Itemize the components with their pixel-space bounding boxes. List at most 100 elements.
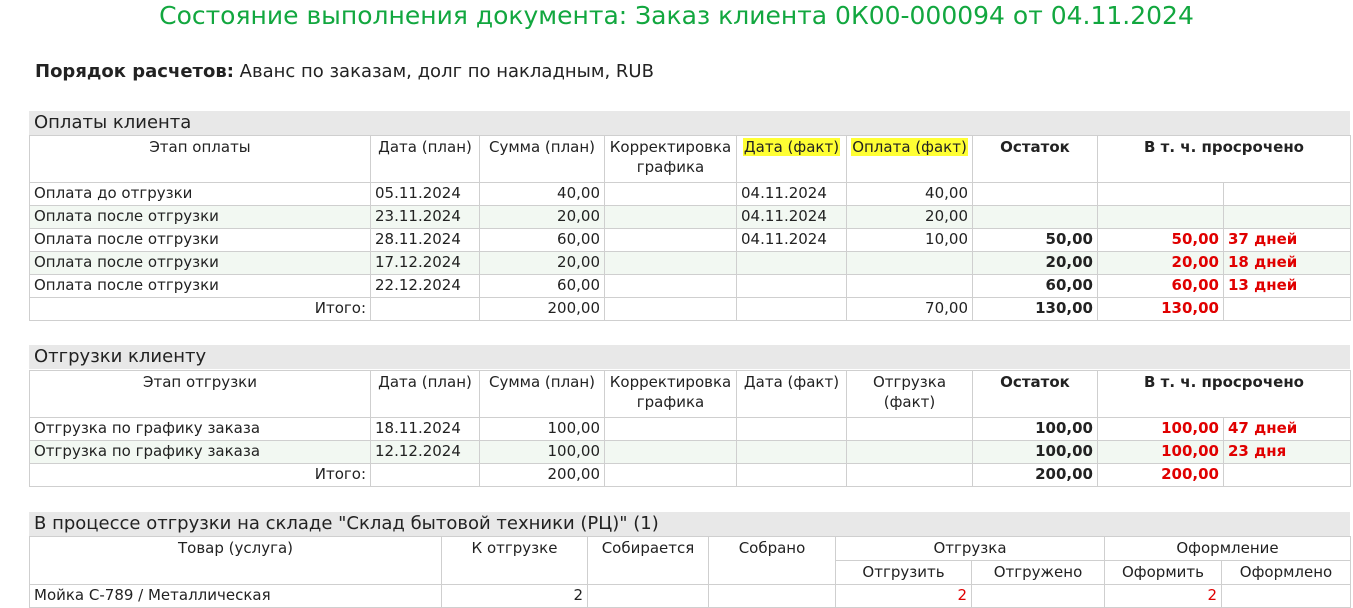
page-title: Состояние выполнения документа: Заказ кл…	[159, 1, 1194, 30]
cell-empty	[370, 297, 480, 321]
cell-payment-fact: 40,00	[846, 182, 973, 206]
cell-overdue-days: 23 дня	[1223, 440, 1351, 464]
cell-date-fact	[736, 274, 847, 298]
cell-date-fact: 04.11.2024	[736, 228, 847, 252]
col-date-fact: Дата (факт)	[736, 135, 847, 183]
col-ship: Отгрузить	[835, 560, 972, 585]
table-row: Мойка С-789 / Металлическая 2 2 2	[29, 584, 1351, 608]
cell-empty	[846, 463, 973, 487]
cell-overdue-sum: 50,00	[1097, 228, 1224, 252]
total-fact: 70,00	[846, 297, 973, 321]
cell-adjust	[604, 228, 737, 252]
col-registration-group: Оформление	[1104, 536, 1351, 561]
cell-rest: 20,00	[972, 251, 1098, 275]
cell-empty	[736, 297, 847, 321]
cell-sum-plan: 20,00	[479, 205, 605, 229]
col-collecting: Собирается	[587, 536, 709, 585]
col-shipped: Отгружено	[971, 560, 1105, 585]
cell-overdue-sum: 100,00	[1097, 417, 1224, 441]
cell-overdue-days	[1223, 205, 1351, 229]
col-date-plan: Дата (план)	[370, 370, 480, 418]
cell-shipment-fact	[846, 440, 973, 464]
cell-to-ship: 2	[441, 584, 588, 608]
table-row: Оплата после отгрузки 23.11.2024 20,00 0…	[29, 205, 1351, 229]
date-fact-highlight: Дата (факт)	[742, 138, 841, 156]
cell-ship[interactable]: 2	[835, 584, 972, 608]
payments-header-row: Этап оплаты Дата (план) Сумма (план) Кор…	[29, 135, 1351, 183]
warehouse-section-title: В процессе отгрузки на складе "Склад быт…	[29, 512, 1350, 536]
cell-stage: Оплата до отгрузки	[29, 182, 371, 206]
warehouse-header-row: Товар (услуга) К отгрузке Собирается Соб…	[29, 536, 1351, 585]
cell-sum-plan: 100,00	[479, 417, 605, 441]
col-overdue: В т. ч. просрочено	[1097, 135, 1351, 183]
cell-collected	[708, 584, 836, 608]
cell-date-plan: 28.11.2024	[370, 228, 480, 252]
table-row: Отгрузка по графику заказа 12.12.2024 10…	[29, 440, 1351, 464]
col-to-ship: К отгрузке	[441, 536, 588, 585]
cell-stage: Оплата после отгрузки	[29, 251, 371, 275]
cell-sum-plan: 60,00	[479, 274, 605, 298]
total-overdue: 130,00	[1097, 297, 1224, 321]
col-overdue: В т. ч. просрочено	[1097, 370, 1351, 418]
shipments-section-title: Отгрузки клиенту	[29, 345, 1350, 369]
cell-overdue-sum: 20,00	[1097, 251, 1224, 275]
cell-registered	[1221, 584, 1351, 608]
cell-date-plan: 18.11.2024	[370, 417, 480, 441]
cell-adjust	[604, 205, 737, 229]
cell-empty	[604, 297, 737, 321]
payment-order: Порядок расчетов: Аванс по заказам, долг…	[35, 60, 654, 84]
col-register: Оформить	[1104, 560, 1222, 585]
cell-shipment-fact	[846, 417, 973, 441]
payment-fact-highlight: Оплата (факт)	[851, 138, 968, 156]
cell-shipped	[971, 584, 1105, 608]
cell-adjust	[604, 417, 737, 441]
total-row: Итого: 200,00 70,00 130,00 130,00	[29, 297, 1351, 321]
cell-overdue-days: 37 дней	[1223, 228, 1351, 252]
col-date-plan: Дата (план)	[370, 135, 480, 183]
table-row: Оплата до отгрузки 05.11.2024 40,00 04.1…	[29, 182, 1351, 206]
cell-date-fact	[736, 417, 847, 441]
cell-date-fact: 04.11.2024	[736, 205, 847, 229]
cell-overdue-days: 13 дней	[1223, 274, 1351, 298]
warehouse-table: Товар (услуга) К отгрузке Собирается Соб…	[29, 536, 1351, 608]
cell-date-plan: 05.11.2024	[370, 182, 480, 206]
cell-payment-fact	[846, 274, 973, 298]
total-label: Итого:	[29, 463, 371, 487]
cell-payment-fact	[846, 251, 973, 275]
cell-adjust	[604, 182, 737, 206]
cell-product: Мойка С-789 / Металлическая	[29, 584, 442, 608]
col-date-fact: Дата (факт)	[736, 370, 847, 418]
total-plan: 200,00	[479, 463, 605, 487]
cell-stage: Оплата после отгрузки	[29, 205, 371, 229]
cell-date-plan: 12.12.2024	[370, 440, 480, 464]
cell-rest: 100,00	[972, 440, 1098, 464]
col-rest: Остаток	[972, 370, 1098, 418]
cell-empty	[604, 463, 737, 487]
col-registered: Оформлено	[1221, 560, 1351, 585]
cell-sum-plan: 100,00	[479, 440, 605, 464]
cell-date-plan: 22.12.2024	[370, 274, 480, 298]
cell-adjust	[604, 274, 737, 298]
col-payment-stage: Этап оплаты	[29, 135, 371, 183]
cell-rest	[972, 182, 1098, 206]
cell-overdue-days	[1223, 182, 1351, 206]
col-sum-plan: Сумма (план)	[479, 370, 605, 418]
cell-stage: Отгрузка по графику заказа	[29, 417, 371, 441]
cell-sum-plan: 40,00	[479, 182, 605, 206]
cell-overdue-days: 18 дней	[1223, 251, 1351, 275]
table-row: Отгрузка по графику заказа 18.11.2024 10…	[29, 417, 1351, 441]
total-rest: 200,00	[972, 463, 1098, 487]
cell-adjust	[604, 251, 737, 275]
payments-section-title: Оплаты клиента	[29, 111, 1350, 135]
cell-empty	[736, 463, 847, 487]
cell-register[interactable]: 2	[1104, 584, 1222, 608]
table-row: Оплата после отгрузки 17.12.2024 20,00 2…	[29, 251, 1351, 275]
cell-overdue-sum: 100,00	[1097, 440, 1224, 464]
cell-overdue-sum: 60,00	[1097, 274, 1224, 298]
table-row: Оплата после отгрузки 22.12.2024 60,00 6…	[29, 274, 1351, 298]
total-row: Итого: 200,00 200,00 200,00	[29, 463, 1351, 487]
cell-date-fact	[736, 251, 847, 275]
cell-payment-fact: 10,00	[846, 228, 973, 252]
shipments-header-row: Этап отгрузки Дата (план) Сумма (план) К…	[29, 370, 1351, 418]
total-plan: 200,00	[479, 297, 605, 321]
